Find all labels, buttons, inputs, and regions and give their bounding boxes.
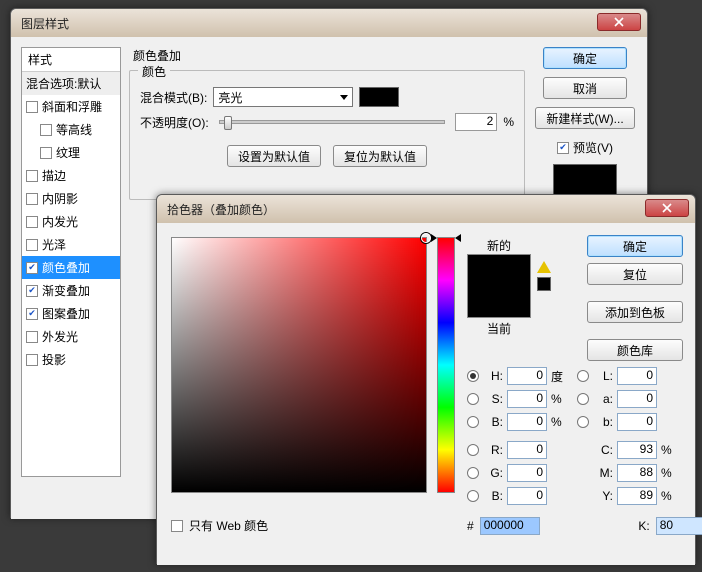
hex-row: # 000000 K:80% xyxy=(467,517,702,535)
blend-options-row[interactable]: 混合选项:默认 xyxy=(22,72,120,95)
style-color-overlay[interactable]: 颜色叠加 xyxy=(22,256,120,279)
checkbox-icon[interactable] xyxy=(26,285,38,297)
style-contour[interactable]: 等高线 xyxy=(22,118,120,141)
chevron-down-icon xyxy=(340,95,348,100)
hue-slider[interactable] xyxy=(437,237,455,493)
web-only-toggle[interactable]: 只有 Web 颜色 xyxy=(171,517,268,534)
checkbox-icon[interactable] xyxy=(26,101,38,113)
g-input[interactable]: 0 xyxy=(507,464,547,482)
set-default-button[interactable]: 设置为默认值 xyxy=(227,145,321,167)
opacity-slider[interactable] xyxy=(219,120,446,124)
k-input[interactable]: 80 xyxy=(656,517,702,535)
radio-b[interactable] xyxy=(467,416,479,428)
style-drop-shadow[interactable]: 投影 xyxy=(22,348,120,371)
checkbox-icon[interactable] xyxy=(171,520,183,532)
l-input[interactable]: 0 xyxy=(617,367,657,385)
opacity-label: 不透明度(O): xyxy=(140,114,209,131)
h-input[interactable]: 0 xyxy=(507,367,547,385)
picker-reset-button[interactable]: 复位 xyxy=(587,263,683,285)
checkbox-icon[interactable] xyxy=(557,142,569,154)
styles-list: 样式 混合选项:默认 斜面和浮雕 等高线 纹理 描边 内阴影 内发光 光泽 颜色… xyxy=(21,47,121,477)
gamut-swatch[interactable] xyxy=(537,277,551,291)
color-value-fields: H:0度 L:0 S:0% a:0 B:0% b:0 R:0 C:93% G:0… xyxy=(467,363,675,509)
color-libraries-button[interactable]: 颜色库 xyxy=(587,339,683,361)
checkbox-icon[interactable] xyxy=(26,193,38,205)
checkbox-icon[interactable] xyxy=(40,124,52,136)
s-input[interactable]: 0 xyxy=(507,390,547,408)
checkbox-icon[interactable] xyxy=(26,170,38,182)
layer-style-title: 图层样式 xyxy=(21,15,69,32)
radio-s[interactable] xyxy=(467,393,479,405)
warning-icons xyxy=(537,261,551,291)
style-gradient-overlay[interactable]: 渐变叠加 xyxy=(22,279,120,302)
opacity-input[interactable]: 2 xyxy=(455,113,497,131)
close-icon[interactable] xyxy=(645,199,689,217)
checkbox-icon[interactable] xyxy=(26,216,38,228)
radio-h[interactable] xyxy=(467,370,479,382)
m-input[interactable]: 88 xyxy=(617,464,657,482)
panel-title: 颜色叠加 xyxy=(133,47,525,64)
styles-header: 样式 xyxy=(22,48,120,72)
reset-default-button[interactable]: 复位为默认值 xyxy=(333,145,427,167)
checkbox-icon[interactable] xyxy=(26,308,38,320)
close-icon[interactable] xyxy=(597,13,641,31)
color-group: 颜色 混合模式(B): 亮光 不透明度(O): 2 % 设置为默认值 复位为默 xyxy=(129,70,525,200)
color-picker-dialog: 拾色器（叠加颜色） 新的 当前 确定 复位 添加到色板 颜色库 H:0度 L:0… xyxy=(156,194,696,564)
radio-r[interactable] xyxy=(467,444,479,456)
checkbox-icon[interactable] xyxy=(26,354,38,366)
radio-g[interactable] xyxy=(467,467,479,479)
color-preview: 新的 当前 xyxy=(467,237,531,337)
overlay-color-swatch[interactable] xyxy=(359,87,399,107)
radio-bb[interactable] xyxy=(577,416,589,428)
r-input[interactable]: 0 xyxy=(507,441,547,459)
checkbox-icon[interactable] xyxy=(40,147,52,159)
radio-l[interactable] xyxy=(577,370,589,382)
ok-button[interactable]: 确定 xyxy=(543,47,627,69)
blend-mode-select[interactable]: 亮光 xyxy=(213,87,353,107)
style-inner-shadow[interactable]: 内阴影 xyxy=(22,187,120,210)
new-style-button[interactable]: 新建样式(W)... xyxy=(535,107,634,129)
style-outer-glow[interactable]: 外发光 xyxy=(22,325,120,348)
checkbox-icon[interactable] xyxy=(26,262,38,274)
blend-mode-label: 混合模式(B): xyxy=(140,89,207,106)
c-input[interactable]: 93 xyxy=(617,441,657,459)
gamut-warning-icon[interactable] xyxy=(537,261,551,273)
style-stroke[interactable]: 描边 xyxy=(22,164,120,187)
style-texture[interactable]: 纹理 xyxy=(22,141,120,164)
a-input[interactable]: 0 xyxy=(617,390,657,408)
hex-input[interactable]: 000000 xyxy=(480,517,540,535)
radio-bc[interactable] xyxy=(467,490,479,502)
style-pattern-overlay[interactable]: 图案叠加 xyxy=(22,302,120,325)
color-picker-titlebar[interactable]: 拾色器（叠加颜色） xyxy=(157,195,695,223)
cancel-button[interactable]: 取消 xyxy=(543,77,627,99)
picker-ok-button[interactable]: 确定 xyxy=(587,235,683,257)
checkbox-icon[interactable] xyxy=(26,239,38,251)
hue-pointer-icon xyxy=(431,234,437,242)
y-input[interactable]: 89 xyxy=(617,487,657,505)
saturation-value-field[interactable] xyxy=(171,237,427,493)
b-input[interactable]: 0 xyxy=(617,413,657,431)
bv-input[interactable]: 0 xyxy=(507,413,547,431)
sv-cursor-icon[interactable] xyxy=(421,233,431,243)
checkbox-icon[interactable] xyxy=(26,331,38,343)
preview-toggle[interactable]: 预览(V) xyxy=(557,139,613,156)
radio-a[interactable] xyxy=(577,393,589,405)
style-inner-glow[interactable]: 内发光 xyxy=(22,210,120,233)
color-picker-title: 拾色器（叠加颜色） xyxy=(167,201,275,218)
style-bevel[interactable]: 斜面和浮雕 xyxy=(22,95,120,118)
new-color-swatch xyxy=(467,254,531,318)
slider-thumb[interactable] xyxy=(224,116,232,130)
hue-pointer-icon xyxy=(455,234,461,242)
layer-style-titlebar[interactable]: 图层样式 xyxy=(11,9,647,37)
bc-input[interactable]: 0 xyxy=(507,487,547,505)
picker-buttons: 确定 复位 添加到色板 颜色库 xyxy=(587,235,683,361)
add-swatch-button[interactable]: 添加到色板 xyxy=(587,301,683,323)
group-legend: 颜色 xyxy=(138,63,170,80)
style-satin[interactable]: 光泽 xyxy=(22,233,120,256)
